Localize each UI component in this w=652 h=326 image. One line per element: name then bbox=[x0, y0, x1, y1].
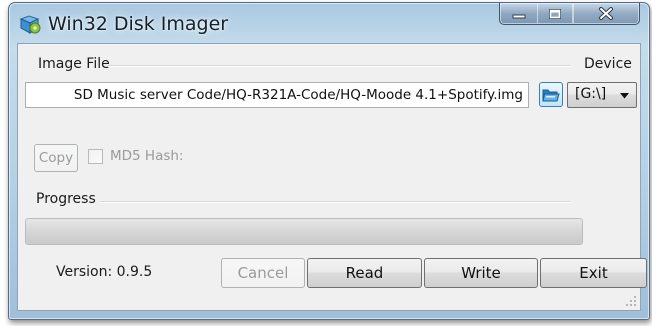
read-button[interactable]: Read bbox=[307, 258, 422, 288]
folder-open-icon bbox=[542, 89, 560, 101]
browse-button[interactable] bbox=[539, 82, 563, 107]
device-dropdown[interactable]: [G:\] bbox=[567, 82, 637, 108]
divider bbox=[108, 65, 570, 67]
md5-hash-label: MD5 Hash: bbox=[110, 148, 184, 164]
exit-button[interactable]: Exit bbox=[540, 258, 647, 288]
md5-hash-checkbox[interactable] bbox=[88, 149, 103, 164]
version-label: Version: 0.9.5 bbox=[56, 264, 153, 280]
app-window: Win32 Disk Imager Image File Device SD M… bbox=[8, 2, 650, 320]
minimize-button[interactable] bbox=[499, 3, 539, 25]
device-label: Device bbox=[584, 56, 632, 72]
divider bbox=[100, 201, 570, 203]
disk-imager-app-icon bbox=[18, 13, 42, 35]
cancel-button[interactable]: Cancel bbox=[221, 258, 305, 288]
progress-label: Progress bbox=[36, 191, 96, 207]
resize-grip-icon[interactable] bbox=[625, 295, 637, 307]
maximize-icon bbox=[549, 8, 561, 19]
client-area: Image File Device SD Music server Code/H… bbox=[17, 43, 647, 311]
progress-bar bbox=[25, 218, 583, 245]
image-file-input[interactable]: SD Music server Code/HQ-R321A-Code/HQ-Mo… bbox=[25, 82, 529, 108]
title-bar[interactable]: Win32 Disk Imager bbox=[9, 3, 649, 43]
close-button[interactable] bbox=[573, 3, 640, 25]
window-title: Win32 Disk Imager bbox=[48, 13, 229, 35]
device-selected-value: [G:\] bbox=[575, 86, 607, 102]
copy-button[interactable]: Copy bbox=[34, 144, 78, 172]
image-file-label: Image File bbox=[38, 56, 110, 72]
maximize-button[interactable] bbox=[537, 3, 574, 25]
close-icon bbox=[599, 7, 613, 20]
chevron-down-icon bbox=[620, 93, 629, 99]
image-file-path: SD Music server Code/HQ-R321A-Code/HQ-Mo… bbox=[73, 87, 523, 103]
write-button[interactable]: Write bbox=[424, 258, 538, 288]
minimize-icon bbox=[512, 14, 526, 18]
